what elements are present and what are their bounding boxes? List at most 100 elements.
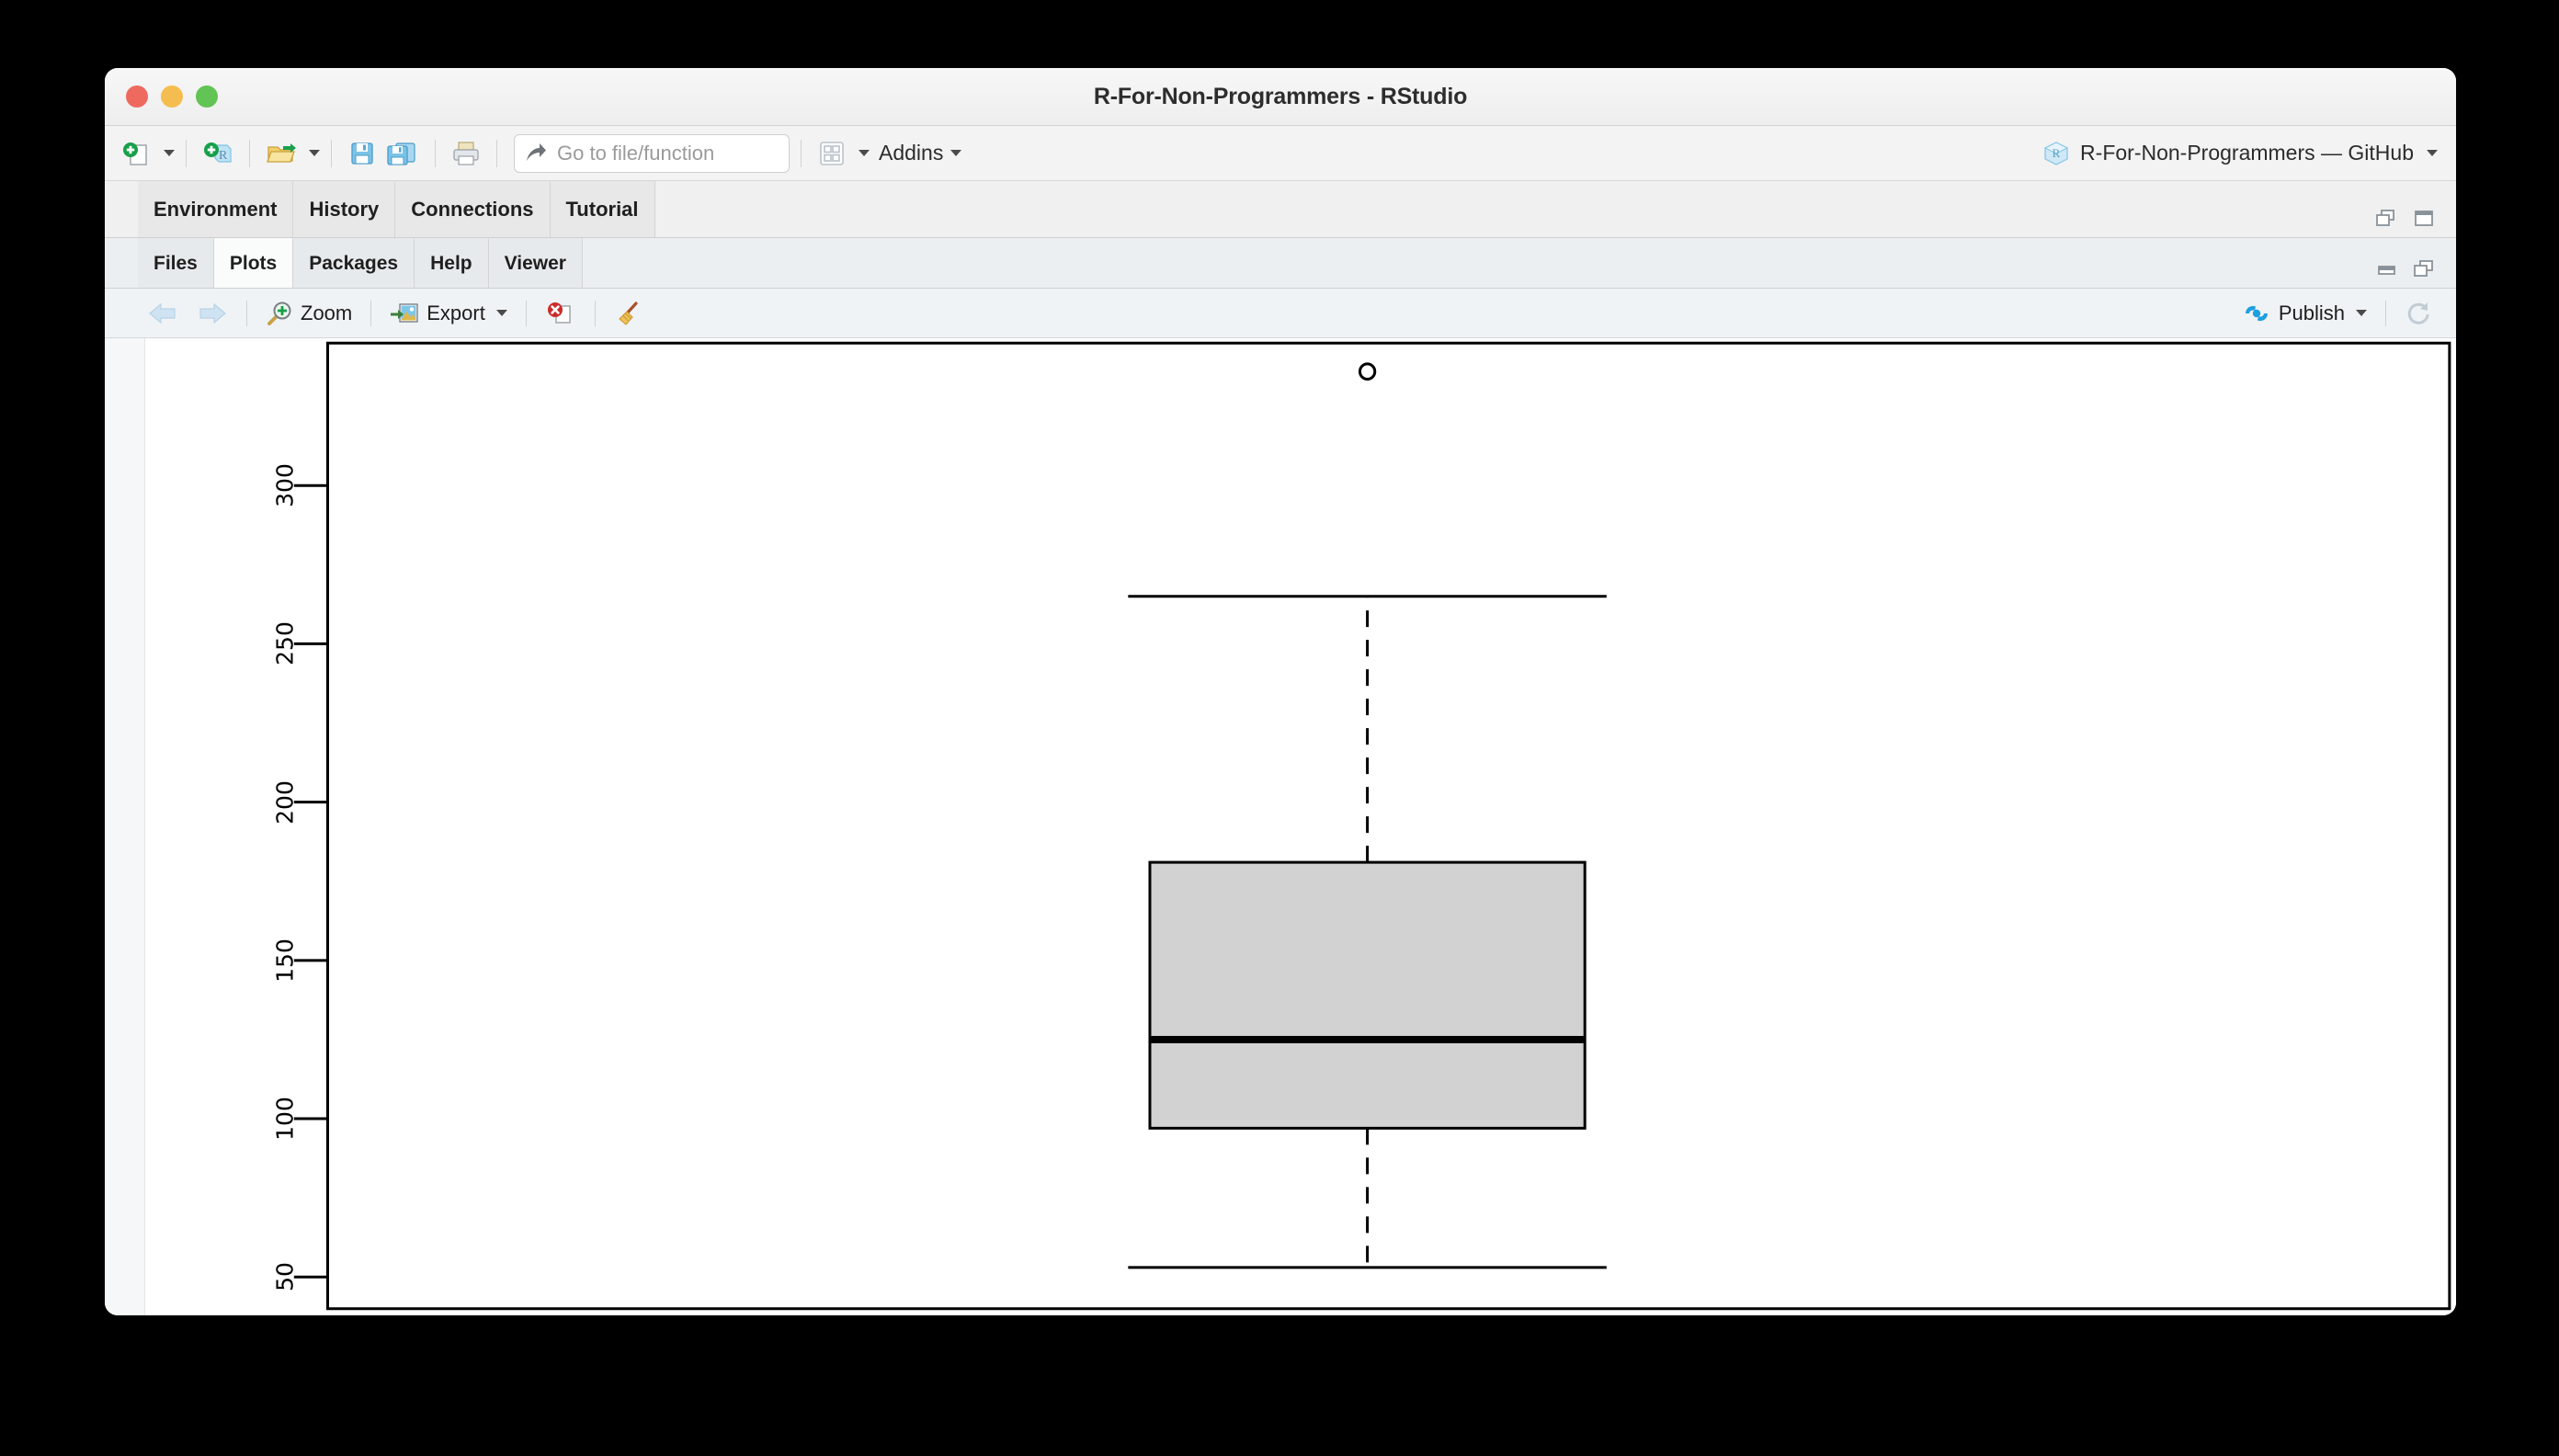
magnifier-plus-icon: [267, 301, 291, 325]
tab-connections[interactable]: Connections: [395, 181, 551, 237]
y-axis-tick-label: 200: [271, 779, 299, 825]
pane-layout-group: [813, 134, 870, 173]
svg-text:R: R: [219, 149, 228, 163]
export-image-icon: [391, 302, 418, 323]
goto-placeholder: Go to file/function: [557, 141, 715, 165]
open-folder-icon: [267, 142, 296, 163]
toolbar-divider: [186, 139, 187, 167]
y-axis-tick-label: 150: [271, 938, 299, 983]
refresh-icon: [2407, 301, 2429, 324]
broom-icon: [619, 301, 638, 325]
plot-zoom-button[interactable]: Zoom: [256, 295, 361, 332]
addins-group[interactable]: Addins: [870, 141, 962, 165]
pane-layout-caret-icon[interactable]: [859, 150, 870, 156]
plot-toolbar-divider: [525, 300, 527, 326]
save-button[interactable]: [343, 134, 381, 173]
zoom-button[interactable]: [196, 85, 218, 108]
upper-pane-tabstrip: Environment History Connections Tutorial: [105, 181, 2456, 238]
print-button[interactable]: [447, 134, 485, 173]
forward-arrow-icon: [199, 302, 226, 324]
plot-export-button[interactable]: Export: [381, 295, 517, 332]
tab-files[interactable]: Files: [138, 238, 214, 288]
plot-back-button[interactable]: [138, 295, 188, 332]
publish-label: Publish: [2278, 301, 2345, 324]
publish-icon: [2245, 305, 2268, 321]
plot-canvas: 50 100 150 200 250 300: [145, 338, 2456, 1315]
toolbar-divider: [496, 139, 497, 167]
new-file-button[interactable]: [118, 134, 156, 173]
new-file-caret-icon[interactable]: [164, 150, 175, 156]
remove-plot-icon: [547, 301, 571, 324]
boxplot-figure: [145, 338, 2456, 1315]
new-file-icon: [123, 142, 147, 165]
traffic-lights: [126, 85, 218, 108]
open-file-group: [261, 134, 320, 173]
window-title: R-For-Non-Programmers - RStudio: [1093, 83, 1468, 109]
tab-environment[interactable]: Environment: [138, 181, 294, 237]
project-label: R-For-Non-Programmers — GitHub: [2080, 141, 2414, 165]
tab-packages[interactable]: Packages: [293, 238, 415, 288]
new-project-icon: R: [204, 142, 232, 163]
plot-toolbar: Zoom Export Publish: [105, 289, 2456, 338]
publish-button[interactable]: Publish: [2233, 295, 2376, 332]
maximize-pane-icon[interactable]: [2412, 208, 2438, 232]
outlier-point: [1359, 364, 1374, 380]
lower-pane-tabstrip: Files Plots Packages Help Viewer: [105, 238, 2456, 289]
upper-pane-controls: [2375, 208, 2456, 237]
plot-toolbar-divider: [594, 300, 596, 326]
r-project-cube-icon: R: [2043, 141, 2069, 165]
main-toolbar: R Go to file/function Addins R R-For-Non…: [105, 126, 2456, 181]
toolbar-divider: [249, 139, 250, 167]
plot-export-label: Export: [426, 301, 485, 324]
remove-plot-button[interactable]: [536, 295, 586, 332]
goto-arrow-icon: [527, 142, 546, 161]
print-icon: [453, 141, 479, 165]
clear-all-plots-button[interactable]: [605, 295, 653, 332]
save-icon: [351, 142, 373, 165]
addins-caret-icon[interactable]: [950, 150, 962, 156]
refresh-plot-button[interactable]: [2395, 295, 2441, 332]
y-axis-tick-label: 100: [271, 1097, 299, 1141]
project-selector[interactable]: R R-For-Non-Programmers — GitHub: [2042, 140, 2443, 167]
save-all-button[interactable]: [381, 134, 424, 173]
tab-history[interactable]: History: [293, 181, 396, 237]
maximize-pane-icon[interactable]: [2412, 258, 2438, 282]
minimize-pane-icon[interactable]: [2375, 258, 2401, 282]
open-file-button[interactable]: [261, 134, 301, 173]
tab-viewer[interactable]: Viewer: [488, 238, 583, 288]
new-file-group: [118, 134, 175, 173]
plot-forward-button[interactable]: [188, 295, 237, 332]
back-arrow-icon: [149, 302, 176, 324]
plot-export-caret-icon[interactable]: [495, 310, 507, 316]
addins-label: Addins: [879, 141, 944, 165]
project-caret-icon[interactable]: [2427, 150, 2438, 156]
y-axis-tick-label: 50: [271, 1262, 299, 1292]
window-titlebar: R-For-Non-Programmers - RStudio: [105, 68, 2456, 126]
minimize-button[interactable]: [161, 85, 183, 108]
tab-plots[interactable]: Plots: [213, 238, 294, 288]
toolbar-divider: [801, 139, 802, 167]
minimize-pane-icon[interactable]: [2375, 208, 2401, 232]
toolbar-divider: [435, 139, 436, 167]
publish-group: Publish: [2233, 295, 2441, 332]
close-button[interactable]: [126, 85, 148, 108]
plot-pane-body: 50 100 150 200 250 300: [105, 338, 2456, 1315]
y-axis-tick-label: 250: [271, 621, 299, 666]
plot-toolbar-divider: [370, 300, 372, 326]
plot-zoom-label: Zoom: [301, 301, 353, 324]
save-all-icon: [387, 142, 415, 165]
tab-help[interactable]: Help: [415, 238, 489, 288]
open-file-caret-icon[interactable]: [309, 150, 320, 156]
toolbar-divider: [331, 139, 332, 167]
pane-layout-button[interactable]: [813, 134, 851, 173]
svg-text:R: R: [2053, 146, 2061, 160]
y-axis-tick-label: 300: [271, 463, 299, 508]
plot-pane-gutter: [105, 338, 145, 1315]
publish-caret-icon[interactable]: [2356, 310, 2367, 316]
tab-tutorial[interactable]: Tutorial: [550, 181, 655, 237]
lower-pane-controls: [2375, 258, 2456, 288]
new-project-button[interactable]: R: [198, 134, 238, 173]
plot-toolbar-divider: [2385, 300, 2386, 326]
goto-file-function-input[interactable]: Go to file/function: [514, 133, 790, 173]
rstudio-window: R-For-Non-Programmers - RStudio R Go to …: [105, 68, 2456, 1315]
